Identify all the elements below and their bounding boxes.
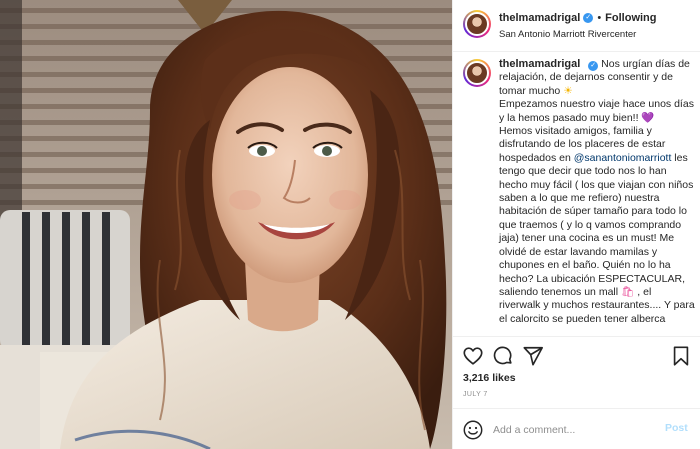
speech-bubble-icon[interactable] — [492, 345, 514, 367]
verified-badge-icon: ✓ — [583, 13, 594, 23]
author-avatar[interactable] — [463, 10, 491, 38]
caption-scroll-area[interactable]: thelmamadrigal ✓ Nos urgían días de rela… — [453, 52, 700, 336]
post-photo[interactable] — [0, 0, 452, 449]
selfie-photo-illustration — [0, 0, 452, 449]
post-comment-button[interactable]: Post — [665, 422, 688, 434]
post-header: thelmamadrigal ✓ • Following San Antonio… — [453, 0, 700, 52]
post-actions: 3,216 likes JULY 7 — [453, 336, 700, 406]
post-date[interactable]: JULY 7 — [463, 391, 488, 398]
smile-face-icon[interactable] — [462, 419, 484, 441]
post-caption: thelmamadrigal ✓ Nos urgían días de rela… — [499, 58, 695, 326]
caption-username[interactable]: thelmamadrigal — [499, 58, 580, 70]
purple-heart-emoji-icon: 💜 — [641, 111, 655, 124]
verified-badge-icon: ✓ — [588, 61, 599, 71]
shopping-bags-emoji-icon: 🛍 — [621, 285, 635, 298]
comment-input[interactable] — [493, 421, 653, 439]
caption-author-avatar[interactable] — [463, 59, 491, 87]
mention-link[interactable]: @sanantoniomarriott — [574, 152, 672, 164]
following-button[interactable]: Following — [605, 12, 656, 24]
post-side-panel: thelmamadrigal ✓ • Following San Antonio… — [452, 0, 700, 449]
like-count[interactable]: 3,216 likes — [463, 372, 516, 384]
separator-dot: • — [597, 12, 602, 24]
sun-emoji-icon: ☀ — [563, 84, 573, 97]
header-username[interactable]: thelmamadrigal — [499, 12, 580, 24]
caption-text-6: pueden tener alberca — [566, 312, 666, 325]
bookmark-icon[interactable] — [670, 345, 692, 367]
caption-text-4: les tengo que decir que todo nos lo han … — [499, 151, 694, 298]
heart-outline-icon[interactable] — [462, 345, 484, 367]
paper-plane-icon[interactable] — [522, 345, 544, 367]
caption-text-2: Empezamos nuestro viaje hace unos días y… — [499, 98, 694, 124]
location-link[interactable]: San Antonio Marriott Rivercenter — [499, 29, 636, 40]
comment-bar: Post — [453, 408, 700, 449]
header-user-line: thelmamadrigal ✓ • Following — [499, 12, 657, 24]
